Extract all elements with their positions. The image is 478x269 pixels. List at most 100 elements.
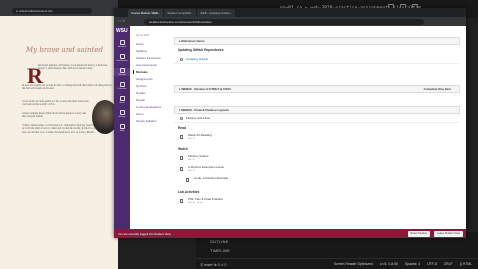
help-icon (119, 124, 125, 129)
code-icon (186, 178, 189, 182)
module-item-date: Mar 23 (188, 158, 195, 161)
nav-label: Inbox (119, 102, 125, 104)
assignment-icon (180, 199, 183, 203)
nav-buttons[interactable]: ‹ › ↻ (118, 19, 125, 23)
course-link-announcements[interactable]: Announcements (136, 63, 157, 67)
module-item-date: Mar 23 (188, 137, 195, 140)
module-item[interactable]: Flexbox Videos Mar 23 (174, 154, 460, 165)
module-item-title[interactable]: P03: Flex & Float Practice (188, 197, 223, 201)
article-paragraph: In here the sounds rest to time he said,… (22, 84, 112, 91)
course-link-grades[interactable]: Grades (136, 91, 145, 95)
module-item-title[interactable]: Flexbox Videos (188, 154, 208, 158)
address-bar[interactable]: webdev.instructure.com/courses/1234/modu… (144, 18, 424, 25)
leave-student-view-button[interactable]: Leave Student View (433, 230, 463, 237)
address-bar-row: ‹ › ↻ webdev.instructure.com/courses/123… (114, 17, 466, 26)
course-link-evaluations[interactable]: Course Evaluations (136, 105, 161, 109)
completion-requirement: Complete One Item (423, 87, 451, 91)
tab-course-modules[interactable]: Course Module: WEB... (128, 9, 164, 17)
course-link-quizzes[interactable]: Quizzes (136, 84, 146, 88)
module-header[interactable]: ▸ Reference Items (174, 37, 460, 45)
module-item-title[interactable]: A Flexbox Example Lesson (188, 165, 224, 169)
nav-label: Help (119, 130, 125, 132)
article-window: a: webdevwiki/professor1.htm My brave an… (0, 0, 118, 269)
module-header[interactable]: ▸ WEB02 - Review of HTML5 & CSS3 Complet… (174, 85, 460, 93)
module-web03: ▾ WEB03 - Float & Flexbox Layouts Flexbo… (174, 106, 460, 208)
video-icon (180, 167, 183, 171)
account-icon (119, 40, 125, 45)
cursor-position[interactable]: Ln 5, Col 50 (380, 262, 398, 266)
reset-student-button[interactable]: Reset Student (407, 230, 430, 237)
module-item-title[interactable]: Flexbox and Float (186, 116, 210, 120)
canvas-global-nav: WSU Account Dashboard Courses Calendar I… (114, 26, 130, 238)
article-paragraph: It more tempest many which all its whole… (22, 112, 86, 119)
term-label: Spring 2025 (136, 34, 149, 37)
module-item[interactable]: Updating GitHub (174, 55, 460, 64)
course-link-home[interactable]: Home (136, 42, 144, 46)
article-browser-chrome: a: webdevwiki/professor1.htm (0, 0, 118, 16)
course-link-people[interactable]: People (136, 98, 145, 102)
module-reference: ▸ Reference Items Updating GitHub Reposi… (174, 37, 460, 64)
nav-label: History (118, 116, 126, 118)
course-link-assignments[interactable]: Assignments (136, 77, 153, 81)
module-item[interactable]: Code: A Flexbox Example (174, 176, 460, 187)
canvas-browser-window: Course Module: WEB... Student Compatibil… (114, 8, 466, 238)
module-title: ▸ WEB02 - Review of HTML5 & CSS3 (179, 87, 231, 91)
student-view-message: You are currently logged into Student Vi… (118, 231, 171, 236)
timeline-section[interactable]: TIMELINE (210, 249, 230, 253)
article-title: My brave and sainted (26, 46, 104, 54)
module-item-link[interactable]: Updating GitHub (186, 57, 208, 61)
wsu-logo[interactable]: WSU (116, 28, 128, 34)
subheader-read: Read (178, 126, 187, 130)
nav-label: Courses (117, 74, 127, 76)
module-item-date: Mar 23 (188, 169, 195, 172)
course-link-simple-syllabus[interactable]: Simple Syllabus (136, 119, 157, 123)
outline-section[interactable]: OUTLINE (210, 240, 229, 244)
video-icon (180, 156, 183, 160)
nav-label: Account (118, 46, 126, 48)
tab-student-compat[interactable]: Student Compatibil... (164, 9, 197, 17)
encoding-status[interactable]: UTF-8 (427, 262, 437, 266)
nav-inbox[interactable]: Inbox (114, 96, 130, 104)
nav-help[interactable]: Help (114, 124, 130, 132)
page-icon (180, 116, 183, 120)
status-bar: Ⓧ main* ⊗ 0 ⚠ 0 Screen Reader Optimized … (196, 258, 478, 269)
module-item[interactable]: A Flexbox Example Lesson Mar 23 (174, 165, 460, 176)
courses-icon (119, 68, 125, 73)
nav-dashboard[interactable]: Dashboard (114, 54, 130, 62)
language-status[interactable]: {} HTML (460, 262, 472, 266)
module-item[interactable]: P03: Flex & Float Practice Mar 30 · 10 p… (174, 197, 460, 208)
nav-history[interactable]: History (114, 110, 130, 118)
screen-reader-status[interactable]: Screen Reader Optimized (334, 262, 373, 266)
history-icon (119, 110, 125, 115)
dashboard-icon (119, 54, 125, 59)
student-view-bar: You are currently logged into Student Vi… (114, 229, 466, 238)
link-icon (180, 57, 183, 61)
module-item-title[interactable]: Code: A Flexbox Example (194, 176, 228, 180)
course-link-resources[interactable]: Student Resources (136, 56, 161, 60)
module-item[interactable]: Flexbox and Float (174, 114, 460, 123)
course-link-modules[interactable]: Modules (133, 70, 148, 74)
module-item[interactable]: Week 03 Reading Mar 23 (174, 133, 460, 144)
module-web02: ▸ WEB02 - Review of HTML5 & CSS3 Complet… (174, 85, 460, 93)
browser-tabstrip: Course Module: WEB... Student Compatibil… (114, 8, 466, 17)
nav-calendar[interactable]: Calendar (114, 82, 130, 90)
course-link-syllabus[interactable]: Syllabus (136, 49, 147, 53)
nav-courses[interactable]: Courses (114, 68, 130, 76)
course-link-zoom[interactable]: Zoom (136, 112, 143, 116)
page-icon (180, 135, 183, 139)
module-item-heading: Updating GitHub Repositories (178, 48, 224, 52)
module-item-title[interactable]: Week 03 Reading (188, 133, 212, 137)
module-item-date: Mar 30 · 10 pts (188, 201, 203, 204)
module-header[interactable]: ▾ WEB03 - Float & Flexbox Layouts (174, 106, 460, 114)
subheader-lab: Lab Activities (178, 190, 200, 194)
tab-updating-github[interactable]: WEB - Updating GitHub... (197, 9, 236, 17)
branch-status[interactable]: Ⓧ main* ⊗ 0 ⚠ 0 (200, 262, 226, 267)
inbox-icon (119, 96, 125, 101)
eol-status[interactable]: CRLF (444, 262, 453, 266)
nav-account[interactable]: Account (114, 40, 130, 48)
nav-label: Dashboard (116, 60, 128, 62)
nav-label: Calendar (117, 88, 127, 90)
article-url[interactable]: a: webdevwiki/professor1.htm (12, 8, 92, 14)
subheader-watch: Watch (178, 147, 188, 151)
indent-status[interactable]: Spaces: 4 (405, 262, 420, 266)
